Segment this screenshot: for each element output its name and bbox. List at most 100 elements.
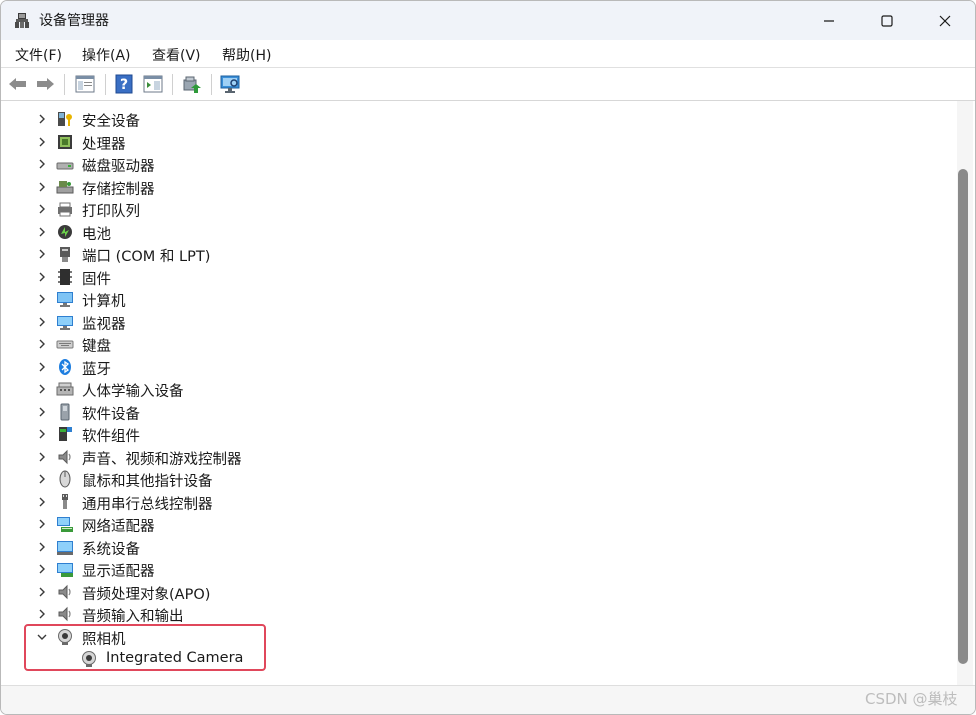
chevron-right-icon[interactable] <box>35 337 49 351</box>
processor-icon <box>58 134 72 149</box>
tree-item-label: 系统设备 <box>82 541 140 558</box>
menu-view[interactable]: 查看(V) <box>152 45 201 65</box>
properties-button[interactable] <box>74 73 96 95</box>
firmware-icon <box>58 268 72 285</box>
forward-icon <box>37 78 54 90</box>
tree-category-item[interactable]: 安全设备 <box>5 108 945 130</box>
chevron-right-icon[interactable] <box>35 427 49 441</box>
camera-highlight-box <box>24 624 266 671</box>
tree-category-item[interactable]: 端口 (COM 和 LPT) <box>5 243 945 265</box>
tree-item-label: 固件 <box>82 271 111 288</box>
update-driver-button[interactable] <box>181 73 203 95</box>
chevron-right-icon[interactable] <box>35 135 49 149</box>
chevron-right-icon[interactable] <box>35 112 49 126</box>
chevron-right-icon[interactable] <box>35 180 49 194</box>
chevron-right-icon[interactable] <box>35 450 49 464</box>
chevron-right-icon[interactable] <box>35 562 49 576</box>
console-tree-button[interactable] <box>142 73 164 95</box>
tree-category-item[interactable]: 磁盘驱动器 <box>5 153 945 175</box>
chevron-right-icon[interactable] <box>35 292 49 306</box>
back-icon <box>9 78 26 90</box>
disk-drive-icon <box>56 162 74 170</box>
tree-item-label: 键盘 <box>82 339 111 355</box>
help-button[interactable]: ? <box>113 73 135 95</box>
chevron-right-icon[interactable] <box>35 495 49 509</box>
chevron-right-icon[interactable] <box>35 607 49 621</box>
minimize-button[interactable] <box>801 1 857 40</box>
maximize-button[interactable] <box>859 1 915 40</box>
tree-category-item[interactable]: 软件设备 <box>5 401 945 423</box>
chevron-right-icon[interactable] <box>35 405 49 419</box>
tree-category-item[interactable]: 电池 <box>5 221 945 243</box>
scan-hardware-icon <box>220 75 240 93</box>
tree-category-item[interactable]: 监视器 <box>5 311 945 333</box>
tree-category-item[interactable]: 蓝牙 <box>5 356 945 378</box>
chevron-right-icon[interactable] <box>35 517 49 531</box>
system-device-icon <box>57 540 73 555</box>
help-icon: ? <box>115 74 133 94</box>
menu-help[interactable]: 帮助(H) <box>222 45 271 65</box>
tree-category-item[interactable]: 固件 <box>5 266 945 288</box>
monitor-icon <box>57 315 73 330</box>
keyboard-icon <box>56 340 74 349</box>
chevron-right-icon[interactable] <box>35 382 49 396</box>
back-button[interactable] <box>7 73 29 95</box>
audio-apo-icon <box>58 584 71 599</box>
chevron-right-icon[interactable] <box>35 270 49 284</box>
device-tree[interactable]: 安全设备 处理器磁盘驱动器 存储控制器打印队列电池 端口 (COM 和 LPT) 固件计… <box>5 103 957 683</box>
tree-category-item[interactable]: 鼠标和其他指针设备 <box>5 468 945 490</box>
tree-category-item[interactable]: 计算机 <box>5 288 945 310</box>
computer-icon <box>57 292 73 307</box>
tree-category-item[interactable]: 软件组件 <box>5 423 945 445</box>
tree-category-item[interactable]: 声音、视频和游戏控制器 <box>5 446 945 468</box>
tree-category-item[interactable]: 音频输入和输出 <box>5 603 945 625</box>
chevron-right-icon[interactable] <box>35 540 49 554</box>
chevron-right-icon[interactable] <box>35 472 49 486</box>
tree-category-item[interactable]: 显示适配器 <box>5 558 945 580</box>
window-title: 设备管理器 <box>39 13 109 29</box>
tree-category-item[interactable]: 键盘 <box>5 333 945 355</box>
maximize-icon <box>881 14 893 27</box>
hid-icon <box>56 382 74 396</box>
tree-item-label: 蓝牙 <box>82 361 111 378</box>
security-device-icon <box>58 112 72 126</box>
title-bar[interactable]: 设备管理器 <box>1 1 975 40</box>
menu-file[interactable]: 文件(F) <box>15 45 62 65</box>
tree-category-item[interactable]: 人体学输入设备 <box>5 378 945 400</box>
battery-icon <box>58 224 72 239</box>
toolbar-separator <box>211 74 212 95</box>
device-manager-app-icon <box>15 13 29 28</box>
chevron-right-icon[interactable] <box>35 360 49 374</box>
tree-category-item[interactable]: 处理器 <box>5 131 945 153</box>
menu-action[interactable]: 操作(A) <box>82 45 131 65</box>
audio-io-icon <box>58 606 71 622</box>
tree-category-item[interactable]: 存储控制器 <box>5 176 945 198</box>
display-adapter-icon <box>57 563 73 577</box>
chevron-right-icon[interactable] <box>35 585 49 599</box>
close-button[interactable] <box>917 1 973 40</box>
forward-button[interactable] <box>34 73 56 95</box>
tree-category-item[interactable]: 打印队列 <box>5 198 945 220</box>
vertical-scrollbar-thumb[interactable] <box>958 169 968 664</box>
tree-category-item[interactable]: 网络适配器 <box>5 513 945 535</box>
tree-item-label: 软件组件 <box>82 429 140 445</box>
watermark: CSDN @巢枝 <box>865 690 958 708</box>
tree-category-item[interactable]: 系统设备 <box>5 536 945 558</box>
chevron-right-icon[interactable] <box>35 157 49 171</box>
console-tree-icon <box>143 75 163 93</box>
tree-item-label: 打印队列 <box>82 204 140 220</box>
toolbar-separator <box>64 74 65 95</box>
chevron-right-icon[interactable] <box>35 315 49 329</box>
bluetooth-icon <box>59 358 71 375</box>
menu-bar: 文件(F) 操作(A) 查看(V) 帮助(H) <box>1 40 975 68</box>
chevron-right-icon[interactable] <box>35 202 49 216</box>
tree-item-label: 电池 <box>82 226 111 243</box>
chevron-right-icon[interactable] <box>35 247 49 261</box>
tree-category-item[interactable]: 音频处理对象(APO) <box>5 581 945 603</box>
tree-item-label: 计算机 <box>82 294 126 310</box>
tree-category-item[interactable]: 通用串行总线控制器 <box>5 491 945 513</box>
scan-hardware-button[interactable] <box>220 73 242 95</box>
chevron-right-icon[interactable] <box>35 225 49 239</box>
tree-item-label: 磁盘驱动器 <box>82 159 155 175</box>
software-component-icon <box>59 427 72 441</box>
